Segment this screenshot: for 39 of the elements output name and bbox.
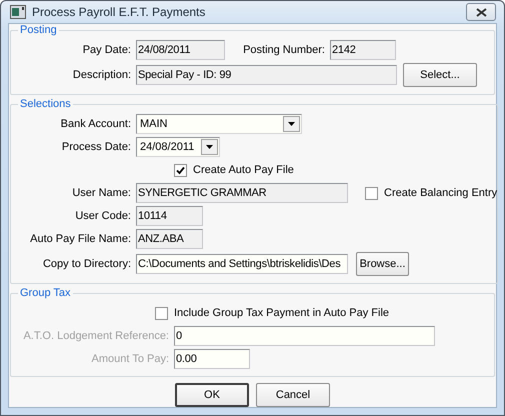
group-title: Group Tax — [20, 287, 71, 299]
close-button[interactable] — [466, 3, 496, 21]
field-label: User Code: — [74, 210, 131, 222]
field-label: Amount To Pay: — [90, 353, 169, 365]
dialog-button[interactable]: Cancel — [256, 383, 330, 407]
text-field[interactable]: Special Pay - ID: 99 — [136, 65, 397, 85]
field-label: Posting Number: — [242, 44, 325, 56]
close-icon — [476, 8, 486, 16]
text-field[interactable]: 2142 — [330, 40, 396, 60]
field-label: Bank Account: — [60, 118, 131, 130]
window-icon — [10, 5, 26, 19]
text-field[interactable]: 10114 — [136, 206, 203, 226]
checkbox-label[interactable]: Include Group Tax Payment in Auto Pay File — [174, 307, 390, 319]
window-title: Process Payroll E.F.T. Payments — [32, 5, 206, 19]
field-label: Auto Pay File Name: — [29, 233, 131, 245]
action-button[interactable]: Browse... — [356, 252, 409, 276]
checkbox-label[interactable]: Create Balancing Entry — [384, 187, 498, 199]
text-field[interactable]: ANZ.ABA — [136, 229, 203, 249]
field-label: Process Date: — [60, 141, 131, 153]
checkbox[interactable] — [155, 306, 168, 320]
text-field[interactable]: C:\Documents and Settings\btriskelidis\Des — [136, 254, 348, 274]
checkbox-label[interactable]: Create Auto Pay File — [193, 164, 294, 176]
action-button[interactable]: Select... — [403, 63, 477, 87]
checkbox[interactable] — [174, 164, 187, 176]
dropdown[interactable]: MAIN — [136, 114, 302, 134]
checkbox[interactable] — [365, 186, 378, 200]
caret-icon — [288, 122, 295, 126]
text-field[interactable]: SYNERGETIC GRAMMAR — [136, 183, 348, 203]
dropdown[interactable]: 24/08/2011 — [136, 137, 220, 157]
group-title: Posting — [20, 24, 57, 36]
field-label: Description: — [72, 69, 131, 81]
field-label: A.T.O. Lodgement Reference: — [22, 330, 169, 342]
dialog-button[interactable]: OK — [175, 383, 249, 407]
field-label: Pay Date: — [82, 44, 131, 56]
caret-icon — [206, 145, 213, 149]
field-label: User Name: — [71, 187, 131, 199]
group-title: Selections — [20, 98, 71, 110]
text-field[interactable]: 24/08/2011 — [136, 40, 225, 60]
field-label: Copy to Directory: — [42, 258, 131, 270]
